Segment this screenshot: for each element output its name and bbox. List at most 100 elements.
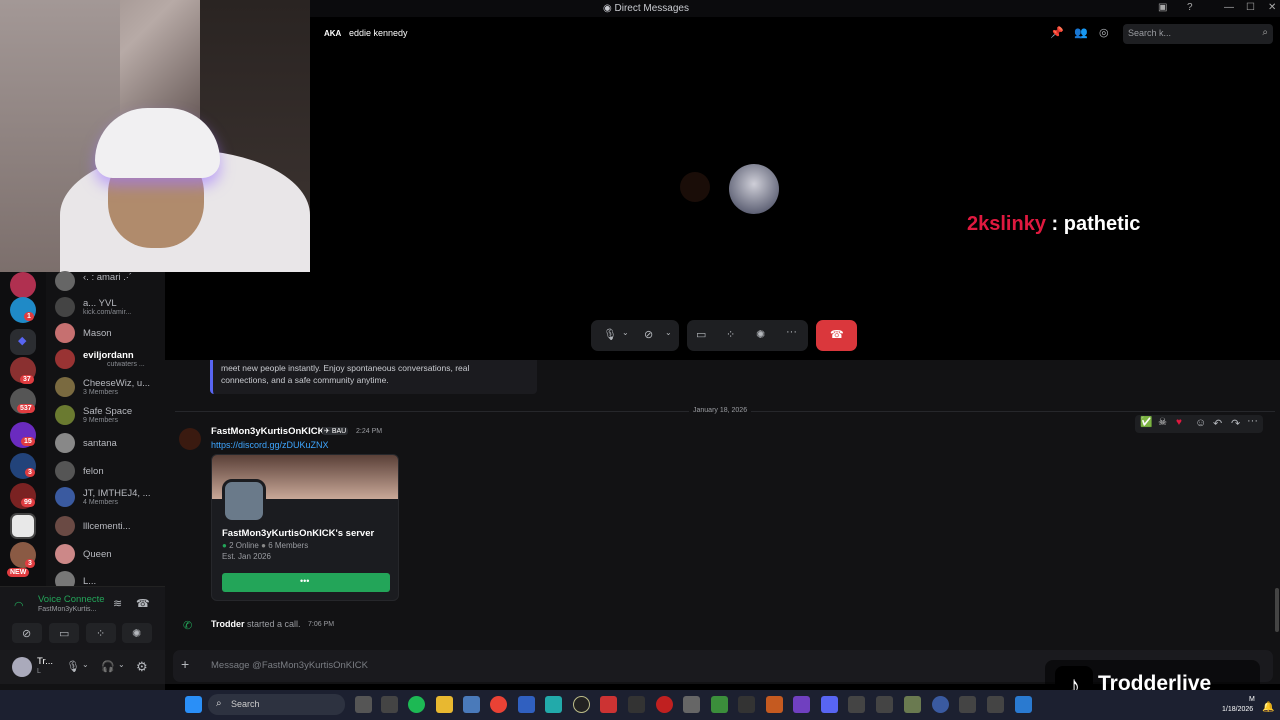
dm-name: Safe Space — [83, 406, 133, 417]
app-icon[interactable] — [656, 696, 673, 713]
dm-item[interactable]: Mason — [55, 322, 163, 344]
chevron-down-icon[interactable]: ⌄ — [665, 328, 672, 337]
participant-avatar[interactable] — [680, 172, 710, 202]
more-icon[interactable]: ··· — [786, 326, 797, 338]
call-author[interactable]: Trodder — [211, 619, 245, 629]
server-icon[interactable] — [10, 513, 36, 539]
inbox-icon[interactable]: ▣ — [1158, 2, 1167, 13]
maximize-button[interactable]: ☐ — [1246, 2, 1255, 13]
screenshare-button[interactable]: ▭ — [49, 623, 79, 643]
microphone-icon[interactable]: 🎙 — [66, 660, 80, 673]
profile-icon[interactable]: ◎ — [1099, 26, 1109, 39]
app-icon[interactable] — [987, 696, 1004, 713]
discord-icon: ◉ — [603, 3, 612, 14]
soundboard-icon[interactable]: ✺ — [756, 328, 765, 341]
app-icon[interactable] — [766, 696, 783, 713]
check-reaction-icon[interactable]: ✅ — [1140, 417, 1152, 428]
dm-item[interactable]: L... — [55, 570, 163, 586]
clock-date[interactable]: 1/18/2026 — [1222, 706, 1253, 713]
join-button[interactable]: ••• — [222, 573, 390, 592]
gear-icon[interactable]: ⚙ — [136, 659, 148, 675]
camera-button[interactable]: ⊘ — [12, 623, 42, 643]
headphones-icon[interactable]: 🎧 — [101, 660, 115, 673]
dm-item[interactable]: ‹. : amari .·´ — [55, 270, 163, 292]
leave-call-button[interactable]: ☎ — [816, 320, 857, 351]
app-icon[interactable] — [959, 696, 976, 713]
invite-stats: ● 2 Online ● 6 Members — [222, 541, 309, 550]
add-reaction-icon[interactable]: ☺ — [1195, 417, 1206, 429]
task-view-icon[interactable] — [355, 696, 372, 713]
taskbar-search[interactable]: ⌕ Search — [208, 694, 345, 715]
forward-icon[interactable]: ↷ — [1231, 417, 1240, 430]
dm-name: Queen — [83, 549, 112, 560]
plus-icon[interactable]: + — [181, 656, 189, 672]
activities-icon[interactable]: ⁘ — [726, 328, 735, 341]
more-icon[interactable]: ··· — [1247, 415, 1258, 427]
microphone-icon[interactable]: 🎙 — [603, 328, 617, 341]
message-time: 2:24 PM — [356, 428, 383, 435]
unread-badge: 1 — [24, 312, 34, 321]
dm-item[interactable]: Queen — [55, 543, 163, 565]
dm-item[interactable]: eviljordann cutwaters ... — [55, 348, 163, 370]
app-icon[interactable] — [573, 696, 590, 713]
dm-item[interactable]: santana — [55, 432, 163, 454]
avatar[interactable] — [179, 428, 201, 450]
camera-off-icon[interactable]: ⊘ — [644, 328, 653, 341]
skull-reaction-icon[interactable]: ☠ — [1158, 417, 1167, 428]
disconnect-icon[interactable]: ☎ — [136, 597, 150, 610]
search-box[interactable]: Search k... ⌕ — [1123, 24, 1273, 44]
dm-item[interactable]: Safe Space 9 Members — [55, 404, 163, 426]
dm-item[interactable]: felon — [55, 460, 163, 482]
message-author[interactable]: FastMon3yKurtisOnKICK — [211, 426, 324, 437]
dm-item[interactable]: a... YVL kick.com/amir... — [55, 296, 163, 318]
filezilla-icon[interactable] — [738, 696, 755, 713]
soundboard-button[interactable]: ✺ — [122, 623, 152, 643]
file-explorer-icon[interactable] — [436, 696, 453, 713]
youtube-icon[interactable] — [600, 696, 617, 713]
notification-bell-icon[interactable]: 🔔 — [1262, 702, 1274, 713]
mail-icon[interactable] — [463, 696, 480, 713]
unread-badge: 37 — [20, 375, 34, 384]
pin-icon[interactable]: 📌 — [1050, 26, 1064, 39]
dm-item[interactable]: JT, IMTHEJ4, ... 4 Members — [55, 486, 163, 508]
app-icon[interactable] — [1015, 696, 1032, 713]
add-friends-icon[interactable]: 👥 — [1074, 26, 1088, 39]
chevron-down-icon[interactable]: ⌄ — [82, 660, 89, 669]
chevron-down-icon[interactable]: ⌄ — [118, 660, 125, 669]
activities-button[interactable]: ⁘ — [86, 623, 116, 643]
spotify-icon[interactable] — [408, 696, 425, 713]
scrollbar[interactable] — [1275, 588, 1279, 632]
noise-suppression-icon[interactable]: ≋ — [113, 597, 122, 610]
app-icon[interactable] — [518, 696, 535, 713]
dm-item[interactable]: CheeseWiz, u... 3 Members — [55, 376, 163, 398]
app-icon[interactable] — [848, 696, 865, 713]
chevron-down-icon[interactable]: ⌄ — [622, 328, 629, 337]
app-icon[interactable] — [381, 696, 398, 713]
close-button[interactable]: ✕ — [1268, 2, 1276, 13]
server-icon[interactable] — [10, 272, 36, 298]
epic-games-icon[interactable] — [628, 696, 645, 713]
screenshare-icon[interactable]: ▭ — [696, 328, 706, 341]
invite-link[interactable]: https://discord.gg/zDUKuZNX — [211, 440, 329, 450]
dm-home-icon[interactable]: ◆ — [10, 329, 36, 355]
clock-time[interactable]: M — [1249, 696, 1255, 703]
overlay-username: 2kslinky — [967, 213, 1046, 235]
app-icon[interactable] — [545, 696, 562, 713]
voice-channel[interactable]: FastMon3yKurtis... — [38, 606, 96, 613]
windows-start-icon[interactable] — [185, 696, 202, 713]
reply-icon[interactable]: ↶ — [1213, 417, 1222, 430]
minecraft-icon[interactable] — [711, 696, 728, 713]
participant-avatar-speaking[interactable] — [729, 164, 779, 214]
app-icon[interactable] — [904, 696, 921, 713]
chrome-icon[interactable] — [490, 696, 507, 713]
app-icon[interactable] — [876, 696, 893, 713]
help-icon[interactable]: ? — [1187, 2, 1193, 13]
avatar[interactable] — [12, 657, 32, 677]
app-icon[interactable] — [932, 696, 949, 713]
app-icon[interactable] — [683, 696, 700, 713]
app-icon[interactable] — [793, 696, 810, 713]
dm-item[interactable]: lllcementi... — [55, 515, 163, 537]
heart-reaction-icon[interactable]: ♥ — [1176, 417, 1182, 428]
minimize-button[interactable]: — — [1224, 2, 1234, 13]
discord-icon[interactable] — [821, 696, 838, 713]
